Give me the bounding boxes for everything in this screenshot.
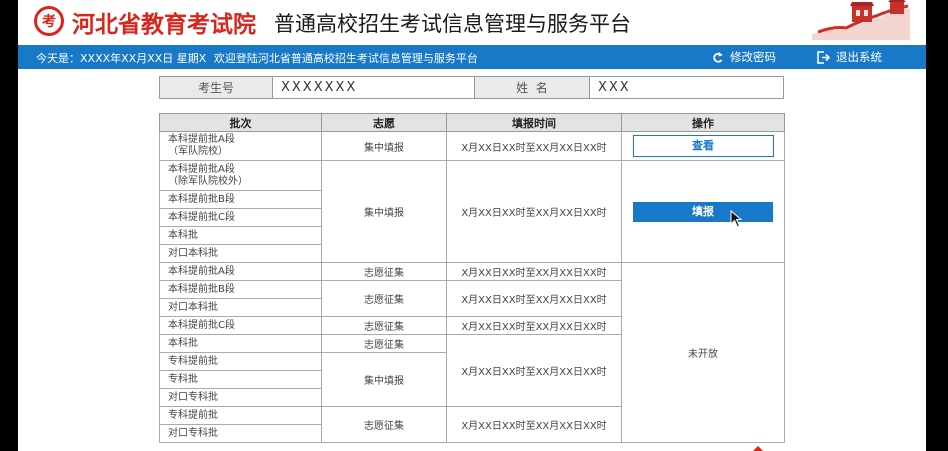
time-cell: X月XX日XX时至XX月XX日XX时	[446, 262, 622, 281]
batch-cell: 本科提前批B段	[159, 190, 322, 209]
batch-cell: 专科批	[159, 370, 322, 389]
logout-link[interactable]: 退出系统	[817, 49, 882, 65]
page: 考 河北省教育考试院 普通高校招生考试信息管理与服务平台 今天是：XXXX年XX…	[18, 0, 926, 451]
operation-cell: 查看	[621, 131, 785, 161]
change-password-link[interactable]: 修改密码	[712, 49, 776, 65]
batch-cell: 本科批	[159, 334, 322, 353]
logout-icon	[817, 50, 830, 64]
batch-cell: 本科提前批C段	[159, 316, 322, 335]
refresh-password-icon	[713, 51, 723, 63]
exam-authority-name: 河北省教育考试院	[72, 11, 256, 38]
exam-number-value: XXXXXXX	[272, 76, 475, 99]
welcome-text: 欢迎登陆河北省普通高校招生考试信息管理与服务平台	[213, 52, 478, 65]
operation-cell: 填报	[621, 160, 785, 263]
exam-number-label: 考生号	[159, 76, 273, 99]
table-header-row: 批次 志愿 填报时间 操作	[159, 113, 785, 132]
table-row: 本科提前批A段 志愿征集 X月XX日XX时至XX月XX日XX时 未开放	[159, 262, 785, 443]
welcome-message: 今天是：XXXX年XX月XX日 星期X 欢迎登陆河北省普通高校招生考试信息管理与…	[36, 50, 482, 66]
volunteer-cell: 志愿征集	[321, 334, 447, 353]
batch-cell: 对口本科批	[159, 244, 322, 263]
batch-cell: 对口本科批	[159, 298, 322, 317]
batch-cell: 专科提前批	[159, 352, 322, 371]
time-cell: X月XX日XX时至XX月XX日XX时	[446, 160, 622, 263]
batch-cell: 本科提前批A段 （军队院校）	[159, 131, 322, 161]
time-cell: X月XX日XX时至XX月XX日XX时	[446, 316, 622, 335]
student-name-value: XXX	[589, 76, 784, 99]
logout-label[interactable]: 退出系统	[836, 49, 882, 65]
batch-cell: 本科批	[159, 226, 322, 245]
header-batch: 批次	[159, 113, 322, 132]
fill-button-label[interactable]: 填报	[692, 205, 714, 218]
batch-cell: 本科提前批A段 （除军队院校外）	[159, 160, 322, 191]
time-cell: X月XX日XX时至XX月XX日XX时	[446, 406, 622, 443]
current-date: 今天是：XXXX年XX月XX日 星期X	[36, 52, 207, 65]
batch-cell: 对口专科批	[159, 388, 322, 407]
great-wall-banner-icon	[812, 0, 910, 40]
exam-authority-logo-icon: 考	[34, 6, 64, 36]
fill-button[interactable]: 填报	[633, 201, 773, 228]
change-password-label[interactable]: 修改密码	[730, 49, 776, 65]
top-status-bar: 今天是：XXXX年XX月XX日 星期X 欢迎登陆河北省普通高校招生考试信息管理与…	[18, 45, 926, 69]
site-header: 考 河北省教育考试院 普通高校招生考试信息管理与服务平台	[18, 0, 926, 44]
student-info-row: 考生号 XXXXXXX 姓 名 XXX	[159, 76, 784, 99]
decorative-corner-mark	[752, 446, 764, 451]
header-operation: 操作	[621, 113, 785, 132]
header-filing-time: 填报时间	[446, 113, 622, 132]
volunteer-cell: 志愿征集	[321, 406, 447, 443]
volunteer-cell: 志愿征集	[321, 262, 447, 281]
batch-cell: 本科提前批B段	[159, 280, 322, 299]
volunteer-cell: 志愿征集	[321, 316, 447, 335]
batch-cell: 本科提前批C段	[159, 208, 322, 227]
platform-title: 普通高校招生考试信息管理与服务平台	[274, 12, 631, 36]
student-name-label: 姓 名	[474, 76, 590, 99]
operation-cell-status: 未开放	[621, 262, 785, 443]
time-cell: X月XX日XX时至XX月XX日XX时	[446, 131, 622, 161]
volunteer-cell: 集中填报	[321, 160, 447, 263]
volunteer-cell: 集中填报	[321, 352, 447, 407]
volunteer-cell: 集中填报	[321, 131, 447, 161]
mouse-pointer-icon	[730, 209, 743, 228]
view-button[interactable]: 查看	[632, 135, 774, 157]
time-cell: X月XX日XX时至XX月XX日XX时	[446, 334, 622, 407]
batch-cell: 专科提前批	[159, 406, 322, 425]
time-cell: X月XX日XX时至XX月XX日XX时	[446, 280, 622, 317]
batch-cell: 对口专科批	[159, 424, 322, 443]
table-row: 本科提前批A段 （军队院校） 集中填报 X月XX日XX时至XX月XX日XX时 查…	[159, 131, 785, 161]
batch-cell: 本科提前批A段	[159, 262, 322, 281]
table-row: 本科提前批A段 （除军队院校外） 集中填报 X月XX日XX时至XX月XX日XX时…	[159, 160, 785, 263]
header-volunteer: 志愿	[321, 113, 447, 132]
volunteer-cell: 志愿征集	[321, 280, 447, 317]
volunteer-schedule-table: 批次 志愿 填报时间 操作 本科提前批A段 （军队院校） 集中填报 X月XX日X…	[159, 113, 785, 443]
